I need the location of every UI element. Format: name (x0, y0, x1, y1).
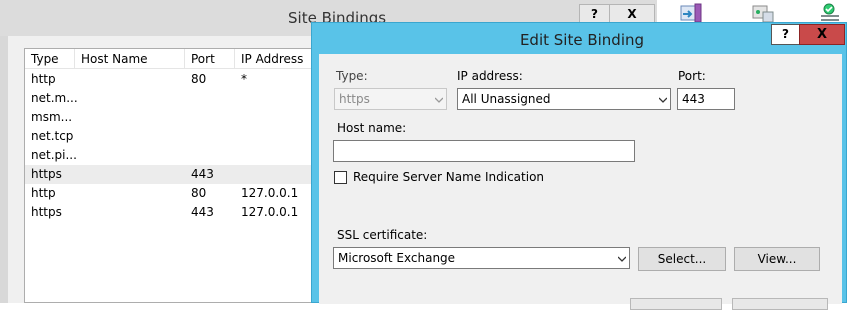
sni-label[interactable]: Require Server Name Indication (353, 170, 544, 184)
binding-type: net.pi... (31, 148, 77, 162)
type-select-value: https (339, 92, 370, 106)
binding-port: 443 (191, 205, 214, 219)
port-label: Port: (678, 69, 706, 83)
help-button[interactable]: ? (771, 24, 800, 45)
binding-type: net.tcp (31, 129, 74, 143)
column-header-type[interactable]: Type (25, 49, 75, 69)
select-certificate-button[interactable]: Select... (638, 247, 726, 271)
add-binding-icon (679, 2, 707, 23)
ip-address-label: IP address: (457, 69, 523, 83)
binding-type: https (31, 167, 62, 181)
binding-row[interactable]: http 80 127.0.0.1 (25, 184, 313, 203)
binding-type: https (31, 205, 62, 219)
binding-row[interactable]: msm... (25, 108, 313, 127)
binding-port: 80 (191, 72, 207, 86)
type-label: Type: (336, 69, 368, 83)
chevron-down-icon (618, 256, 626, 262)
binding-row[interactable]: https 443 127.0.0.1 (25, 203, 313, 222)
server-icon (749, 2, 777, 23)
type-select[interactable]: https (334, 88, 447, 110)
binding-port: 80 (191, 186, 207, 200)
binding-row-selected[interactable]: https 443 (25, 165, 313, 184)
ip-address-select-value: All Unassigned (462, 92, 551, 106)
check-list-icon (817, 2, 845, 22)
port-field[interactable]: 443 (677, 88, 735, 110)
binding-row[interactable]: net.pi... (25, 146, 313, 165)
site-bindings-help-button[interactable]: ? (579, 4, 610, 24)
binding-row[interactable]: net.m... (25, 89, 313, 108)
view-certificate-button[interactable]: View... (734, 247, 820, 271)
ssl-certificate-select[interactable]: Microsoft Exchange (333, 247, 630, 269)
host-name-label: Host name: (337, 121, 407, 135)
binding-ip: 127.0.0.1 (241, 205, 299, 219)
ip-address-select[interactable]: All Unassigned (457, 88, 671, 110)
binding-type: net.m... (31, 91, 78, 105)
edit-site-binding-dialog: Edit Site Binding ? X Type: https IP add… (311, 22, 847, 310)
bindings-list-header: Type Host Name Port IP Address (25, 49, 313, 69)
column-header-host-name[interactable]: Host Name (75, 49, 185, 69)
binding-ip: * (241, 72, 247, 86)
column-header-port[interactable]: Port (185, 49, 235, 69)
binding-row[interactable]: http 80 * (25, 70, 313, 89)
binding-ip: 127.0.0.1 (241, 186, 299, 200)
sni-checkbox[interactable] (334, 171, 347, 184)
bindings-list[interactable]: Type Host Name Port IP Address http 80 *… (24, 48, 314, 303)
binding-type: msm... (31, 110, 73, 124)
ssl-certificate-select-value: Microsoft Exchange (338, 251, 456, 265)
binding-row[interactable]: net.tcp (25, 127, 313, 146)
background-toolbar (657, 0, 847, 24)
cancel-button[interactable] (732, 298, 828, 310)
binding-type: http (31, 186, 56, 200)
chevron-down-icon (435, 97, 443, 103)
ok-button[interactable] (630, 298, 722, 310)
binding-port: 443 (191, 167, 214, 181)
binding-type: http (31, 72, 56, 86)
edit-site-binding-title: Edit Site Binding (519, 31, 645, 49)
site-bindings-close-button[interactable]: X (609, 4, 655, 24)
edit-site-binding-body: Type: https IP address: All Unassigned P… (319, 54, 842, 310)
chevron-down-icon (659, 97, 667, 103)
column-header-ip-address[interactable]: IP Address (235, 49, 315, 69)
ssl-certificate-label: SSL certificate: (337, 228, 428, 242)
host-name-field[interactable] (333, 140, 635, 162)
close-button[interactable]: X (799, 24, 845, 45)
